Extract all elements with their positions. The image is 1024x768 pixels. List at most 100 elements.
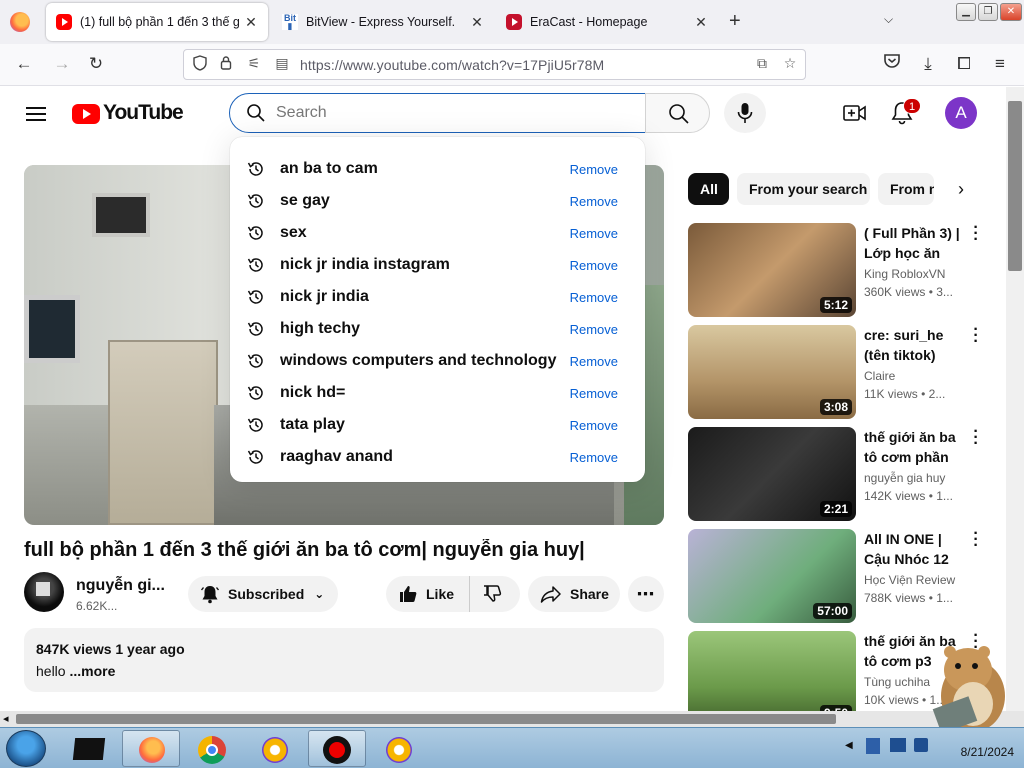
related-video-title[interactable]: All IN ONE | Cậu Nhóc 12 Tuổi... [864, 529, 970, 569]
scrollbar-thumb[interactable] [1008, 101, 1022, 271]
search-suggestion-item[interactable]: nick jr india instagram Remove [230, 249, 645, 281]
related-channel-name[interactable]: Học Viện Review [864, 573, 955, 587]
tab-eracast[interactable]: EraCast - Homepage ✕ [496, 3, 718, 41]
remove-suggestion-link[interactable]: Remove [570, 450, 618, 465]
video-thumbnail[interactable]: 9:50 [688, 631, 856, 711]
chevron-right-icon[interactable]: › [958, 179, 964, 200]
close-tab-icon[interactable]: ✕ [690, 14, 712, 31]
remove-suggestion-link[interactable]: Remove [570, 418, 618, 433]
lock-icon[interactable] [216, 55, 236, 73]
close-window-icon[interactable]: ✕ [1000, 3, 1022, 21]
suggestion-text[interactable]: sex [280, 224, 307, 242]
taskbar-app-black-window-icon[interactable] [60, 730, 118, 767]
hamburger-menu-icon[interactable]: ≡ [988, 52, 1012, 76]
suggestion-text[interactable]: high techy [280, 320, 360, 338]
bookmark-star-icon[interactable]: ☆ [780, 55, 800, 72]
channel-avatar[interactable] [24, 572, 64, 612]
related-video-title[interactable]: thế giới ăn ba tô cơm phần 4... [864, 427, 970, 467]
suggestion-text[interactable]: nick hd= [280, 384, 345, 402]
like-button[interactable]: Like [386, 576, 470, 612]
more-vertical-icon[interactable]: · · · [970, 526, 982, 554]
permissions-icon[interactable]: ⚟ [244, 55, 264, 72]
tab-bitview[interactable]: Bit ▮ BitView - Express Yourself. ✕ [272, 3, 494, 41]
more-vertical-icon[interactable]: · · · [970, 220, 982, 248]
video-thumbnail[interactable]: 57:00 [688, 529, 856, 623]
suggestion-text[interactable]: raaghav anand [280, 448, 393, 466]
search-suggestion-item[interactable]: an ba to cam Remove [230, 153, 645, 185]
url-text[interactable]: https://www.youtube.com/watch?v=17PjiU5r… [300, 57, 604, 73]
video-thumbnail[interactable]: 2:21 [688, 427, 856, 521]
suggestion-text[interactable]: se gay [280, 192, 330, 210]
show-more-link[interactable]: ...more [69, 663, 115, 679]
video-thumbnail[interactable]: 5:12 [688, 223, 856, 317]
tray-speaker-icon[interactable] [914, 738, 928, 752]
remove-suggestion-link[interactable]: Remove [570, 354, 618, 369]
voice-search-button[interactable] [724, 93, 766, 133]
remove-suggestion-link[interactable]: Remove [570, 322, 618, 337]
back-arrow-icon[interactable]: ← [12, 52, 36, 76]
related-channel-name[interactable]: Claire [864, 369, 895, 383]
restore-window-icon[interactable]: ❐ [978, 3, 998, 21]
list-all-tabs-chevron-icon[interactable]: ⌵ [884, 12, 893, 27]
remove-suggestion-link[interactable]: Remove [570, 226, 618, 241]
tray-monitor-icon[interactable] [890, 738, 906, 752]
remove-suggestion-link[interactable]: Remove [570, 290, 618, 305]
suggestion-text[interactable]: nick jr india instagram [280, 256, 450, 274]
search-box[interactable] [229, 93, 646, 133]
search-suggestion-item[interactable]: sex Remove [230, 217, 645, 249]
search-suggestion-item[interactable]: nick hd= Remove [230, 377, 645, 409]
vertical-scrollbar[interactable] [1006, 87, 1024, 711]
related-video-item[interactable]: 2:21 thế giới ăn ba tô cơm phần 4... nguyễ… [688, 424, 1006, 521]
scrollbar-thumb[interactable] [16, 714, 836, 724]
channel-name[interactable]: nguyễn gi... [76, 577, 165, 595]
close-tab-icon[interactable]: ✕ [466, 14, 488, 31]
remove-suggestion-link[interactable]: Remove [570, 386, 618, 401]
remove-suggestion-link[interactable]: Remove [570, 194, 618, 209]
suggestion-text[interactable]: nick jr india [280, 288, 369, 306]
chip-from-channel[interactable]: From n [878, 173, 934, 205]
tab-youtube[interactable]: (1) full bộ phần 1 đến 3 thế giới ✕ [46, 3, 268, 41]
taskbar-recorder-icon[interactable] [308, 730, 366, 767]
url-bar[interactable]: ⚟ ▤ https://www.youtube.com/watch?v=17Pj… [183, 49, 806, 80]
video-thumbnail[interactable]: 3:08 [688, 325, 856, 419]
tracking-shield-icon[interactable] [190, 55, 210, 74]
taskbar-firefox-icon[interactable] [122, 730, 180, 767]
description-box[interactable]: 847K views 1 year ago hello ...more [24, 628, 664, 692]
tray-network-icon[interactable] [866, 738, 880, 754]
account-avatar[interactable]: A [945, 97, 977, 129]
dislike-button[interactable] [482, 583, 502, 606]
create-video-button[interactable] [843, 102, 867, 124]
scroll-left-arrow-icon[interactable]: ◂ [3, 712, 9, 725]
horizontal-scrollbar[interactable]: ◂ [0, 711, 1024, 727]
search-input[interactable] [276, 102, 616, 124]
chip-from-your-search[interactable]: From your search [737, 173, 870, 205]
related-channel-name[interactable]: Tùng uchiha [864, 675, 930, 689]
taskbar-date[interactable]: 8/21/2024 [944, 731, 1014, 759]
youtube-logo-icon[interactable] [72, 104, 100, 124]
search-suggestion-item[interactable]: se gay Remove [230, 185, 645, 217]
more-vertical-icon[interactable]: · · · [970, 424, 982, 452]
related-video-title[interactable]: ( Full Phần 3) | Lớp học ăn ba... [864, 223, 970, 263]
remove-suggestion-link[interactable]: Remove [570, 258, 618, 273]
suggestion-text[interactable]: windows computers and technology [280, 352, 556, 370]
pocket-icon[interactable] [880, 52, 904, 76]
share-button[interactable]: Share [528, 576, 620, 612]
subscribed-button[interactable]: Subscribed ⌄ [188, 576, 338, 612]
suggestion-text[interactable]: an ba to cam [280, 160, 378, 178]
start-button-icon[interactable] [6, 730, 46, 767]
reader-page-icon[interactable]: ▤ [272, 55, 292, 72]
related-channel-name[interactable]: King RobloxVN [864, 267, 945, 281]
guide-menu-icon[interactable] [26, 107, 46, 121]
search-button[interactable] [645, 93, 710, 133]
more-actions-button[interactable]: ⋯ [628, 576, 664, 612]
forward-arrow-icon[interactable]: → [50, 52, 74, 76]
more-vertical-icon[interactable]: · · · [970, 322, 982, 350]
search-suggestion-item[interactable]: raaghav anand Remove [230, 441, 645, 473]
search-suggestion-item[interactable]: tata play Remove [230, 409, 645, 441]
suggestion-text[interactable]: tata play [280, 416, 345, 434]
close-tab-icon[interactable]: ✕ [240, 14, 262, 31]
chip-all[interactable]: All [688, 173, 729, 205]
downloads-icon[interactable]: ⤓ [916, 52, 940, 76]
remove-suggestion-link[interactable]: Remove [570, 162, 618, 177]
search-suggestion-item[interactable]: nick jr india Remove [230, 281, 645, 313]
